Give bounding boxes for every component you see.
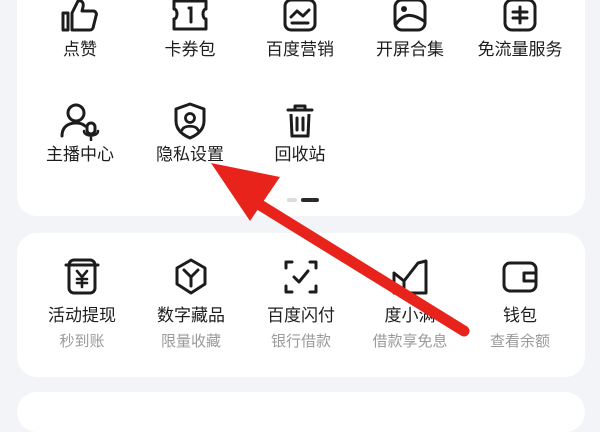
grid-item-label: 回收站 — [274, 145, 326, 165]
ticket-icon — [172, 0, 208, 31]
digital-collectible-icon — [175, 258, 207, 295]
trash-icon — [286, 104, 314, 138]
privacy-shield-icon — [174, 102, 206, 140]
services-card: 点赞 卡券包 百度营销 开屏合集 免流量服务 主播中心 隐私设置 回收站 — [17, 0, 585, 216]
grid-item-subtitle: 银行借款 — [270, 332, 331, 350]
page-dot-active — [301, 198, 319, 202]
grid-item-subtitle: 限量收藏 — [160, 332, 221, 350]
withdraw-yuan-icon — [64, 258, 100, 295]
grid-item-flash-pay[interactable]: 百度闪付 银行借款 — [246, 257, 356, 350]
grid-item-subtitle: 查看余额 — [489, 332, 550, 350]
thumbs-up-icon — [61, 0, 98, 32]
grid-item-recycle-bin[interactable]: 回收站 — [245, 101, 355, 165]
grid-item-subtitle: 借款享免息 — [372, 332, 448, 350]
page-indicator[interactable] — [287, 198, 319, 202]
next-card — [17, 392, 585, 432]
grid-item-streamer-center[interactable]: 主播中心 — [25, 101, 135, 165]
page-dot — [287, 198, 297, 202]
grid-item-label: 活动提现 — [48, 306, 116, 326]
grid-item-marketing[interactable]: 百度营销 — [245, 0, 355, 60]
grid-item-coupons[interactable]: 卡券包 — [135, 0, 245, 60]
grid-item-like[interactable]: 点赞 — [25, 0, 135, 60]
grid-item-label: 免流量服务 — [477, 40, 563, 60]
image-gallery-icon — [393, 0, 427, 32]
grid-item-splash[interactable]: 开屏合集 — [355, 0, 465, 60]
grid-item-label: 钱包 — [503, 306, 537, 326]
grid-item-digital-collectibles[interactable]: 数字藏品 限量收藏 — [136, 257, 246, 350]
finance-card: 活动提现 秒到账 数字藏品 限量收藏 百度闪付 银行借款 度小满 借款享免息 钱… — [17, 233, 585, 377]
grid-item-label: 开屏合集 — [376, 40, 444, 60]
grid-item-label: 隐私设置 — [156, 145, 224, 165]
grid-item-duxiaoman[interactable]: 度小满 借款享免息 — [355, 257, 465, 350]
grid-item-label: 百度营销 — [266, 40, 334, 60]
data-free-icon — [503, 0, 537, 32]
streamer-mic-icon — [60, 103, 100, 141]
wallet-icon — [502, 261, 538, 293]
grid-item-label: 卡券包 — [164, 40, 216, 60]
grid-item-label: 主播中心 — [46, 145, 114, 165]
grid-item-label: 点赞 — [63, 40, 97, 60]
marketing-chart-icon — [283, 0, 317, 32]
grid-item-label: 度小满 — [384, 306, 436, 326]
grid-item-data-free[interactable]: 免流量服务 — [465, 0, 575, 60]
duxiaoman-icon — [392, 259, 428, 295]
grid-item-label: 百度闪付 — [267, 306, 335, 326]
grid-item-subtitle: 秒到账 — [59, 332, 105, 350]
flash-pay-icon — [284, 260, 318, 294]
grid-item-label: 数字藏品 — [157, 306, 225, 326]
grid-item-wallet[interactable]: 钱包 查看余额 — [465, 257, 575, 350]
grid-item-withdraw[interactable]: 活动提现 秒到账 — [27, 257, 137, 350]
grid-item-privacy-settings[interactable]: 隐私设置 — [135, 101, 245, 165]
